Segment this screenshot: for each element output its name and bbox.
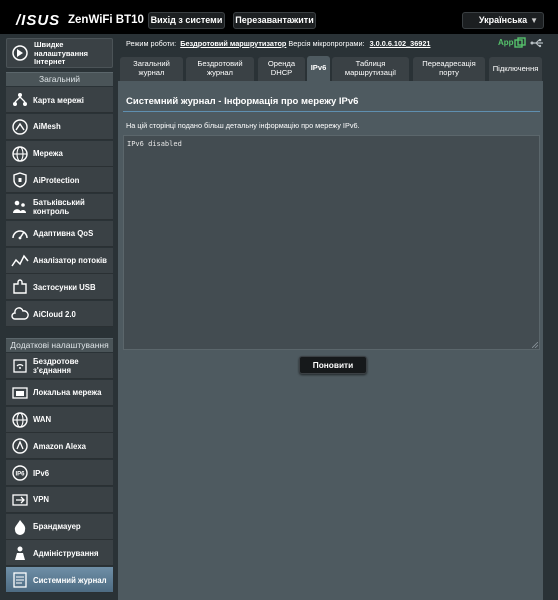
- sidebar-item-general-1[interactable]: AiMesh: [6, 113, 113, 140]
- quick-setup-label: Швидке налаштування Інтернет: [34, 40, 89, 66]
- title-divider: [123, 111, 540, 112]
- app-label: App: [498, 38, 514, 47]
- wifi-icon: [13, 359, 27, 373]
- sidebar-item-general-5[interactable]: Адаптивна QoS: [6, 220, 113, 247]
- sidebar-item-advanced-8[interactable]: Системний журнал: [6, 567, 113, 593]
- sidebar-item-label: Мережа: [33, 149, 63, 158]
- quick-internet-setup[interactable]: Швидке налаштування Інтернет: [6, 38, 113, 68]
- gauge-icon: [12, 230, 28, 240]
- home-icon: [12, 387, 28, 399]
- firewall-icon: [14, 519, 26, 535]
- sidebar-item-label: WAN: [33, 415, 52, 424]
- globe-icon: [12, 145, 28, 162]
- ipv6-icon: IP6: [12, 465, 28, 481]
- admin-icon: [15, 546, 25, 561]
- sidebar-item-label: Застосунки USB: [33, 282, 96, 292]
- top-bar: /ISUS ZenWiFi BT10 Вихід з системи Перез…: [0, 0, 558, 34]
- advanced-section-header: Додаткові налаштування: [6, 338, 113, 352]
- app-connection-icon[interactable]: [514, 37, 526, 49]
- tab-0[interactable]: Загальний журнал: [120, 57, 183, 81]
- language-value: Українська: [478, 15, 528, 25]
- sidebar-item-label: AiCloud 2.0: [33, 309, 76, 319]
- sidebar-item-general-4[interactable]: Батьківський контроль: [6, 194, 113, 220]
- sidebar-item-general-8[interactable]: AiCloud 2.0: [6, 301, 113, 327]
- sidebar-item-label: Адміністрування: [33, 548, 99, 558]
- tab-1[interactable]: Бездротовий журнал: [186, 57, 254, 81]
- ipv6-log-textarea[interactable]: IPv6 disabled: [123, 135, 540, 350]
- tab-6[interactable]: Підключення: [489, 57, 542, 81]
- sidebar-item-general-6[interactable]: Аналізатор потоків: [6, 247, 113, 274]
- sidebar-item-advanced-7[interactable]: Адміністрування: [6, 540, 113, 567]
- sidebar-item-label: Системний журнал: [33, 575, 107, 585]
- sidebar-item-label: Карта мережі: [33, 95, 84, 105]
- shield-icon: [13, 172, 27, 188]
- general-section-header: Загальний: [6, 72, 113, 86]
- logout-button[interactable]: Вихід з системи: [148, 12, 225, 29]
- traffic-analyzer-icon: [11, 254, 29, 266]
- mode-label: Режим роботи:: [126, 39, 177, 48]
- refresh-button[interactable]: Поновити: [299, 356, 367, 374]
- usb-icon[interactable]: [530, 38, 544, 48]
- sidebar-item-advanced-5[interactable]: VPN: [6, 486, 113, 513]
- svg-text:IP6: IP6: [15, 472, 25, 478]
- tab-3[interactable]: IPv6: [307, 56, 330, 81]
- sidebar-item-label: IPv6: [33, 468, 50, 478]
- reboot-button[interactable]: Перезавантажити: [233, 12, 316, 29]
- puzzle-icon: [13, 279, 27, 294]
- sidebar-item-advanced-6[interactable]: Брандмауер: [6, 513, 113, 540]
- page-title: Системний журнал - Інформація про мережу…: [126, 96, 359, 107]
- network-map-icon: [13, 93, 27, 106]
- sidebar-item-label: VPN: [33, 495, 50, 505]
- status-line: Режим роботи: Бездротовий маршрутизатор …: [126, 39, 430, 48]
- sidebar-item-general-3[interactable]: AiProtection: [6, 167, 113, 194]
- vpn-icon: [12, 494, 28, 506]
- sidebar-item-advanced-0[interactable]: Бездротове з'єднання: [6, 353, 113, 379]
- tab-5[interactable]: Переадресація порту: [413, 57, 485, 81]
- globe-icon: [12, 411, 28, 428]
- chevron-down-icon: ▼: [530, 16, 538, 25]
- sidebar-item-label: Amazon Alexa: [33, 441, 87, 451]
- sidebar-item-advanced-3[interactable]: Amazon Alexa: [6, 433, 113, 460]
- firmware-value[interactable]: 3.0.0.6.102_36921: [370, 39, 431, 48]
- page-description: На цій сторінці подано більш детальну ін…: [126, 121, 360, 130]
- sidebar-item-label: Адаптивна QoS: [33, 229, 94, 239]
- firmware-label: Версія мікропрограми:: [288, 39, 365, 48]
- cloud-icon: [11, 307, 29, 320]
- model-name: ZenWiFi BT10: [68, 14, 144, 26]
- sidebar-item-advanced-2[interactable]: WAN: [6, 406, 113, 433]
- asus-logo[interactable]: /ISUS: [16, 12, 60, 29]
- aimesh-icon: [12, 119, 28, 135]
- sidebar-item-label: Бездротове з'єднання: [33, 357, 79, 375]
- tab-4[interactable]: Таблиця маршрутизації: [332, 57, 409, 81]
- sidebar-item-general-7[interactable]: Застосунки USB: [6, 274, 113, 301]
- sidebar-item-advanced-1[interactable]: Локальна мережа: [6, 379, 113, 406]
- sidebar-item-label: Брандмауер: [33, 522, 81, 531]
- sidebar-item-label: Локальна мережа: [33, 388, 102, 398]
- sidebar-item-label: AiMesh: [33, 122, 61, 132]
- sidebar-item-label: Аналізатор потоків: [33, 256, 107, 265]
- sidebar-item-general-0[interactable]: Карта мережі: [6, 87, 113, 113]
- resize-grip-icon[interactable]: [532, 342, 538, 348]
- mode-value[interactable]: Бездротовий маршрутизатор: [180, 39, 286, 48]
- alexa-icon: [12, 438, 28, 454]
- language-select[interactable]: Українська ▼: [462, 12, 544, 29]
- log-icon: [13, 572, 27, 588]
- sidebar-item-advanced-4[interactable]: IP6 IPv6: [6, 460, 113, 486]
- parental-control-icon: [13, 200, 26, 213]
- tab-2[interactable]: Оренда DHCP: [258, 57, 305, 81]
- log-text: IPv6 disabled: [127, 140, 182, 148]
- sidebar-item-label: AiProtection: [33, 175, 80, 185]
- quick-setup-icon: [12, 45, 28, 61]
- sidebar-item-label: Батьківський контроль: [33, 198, 85, 216]
- sidebar-item-general-2[interactable]: Мережа: [6, 140, 113, 167]
